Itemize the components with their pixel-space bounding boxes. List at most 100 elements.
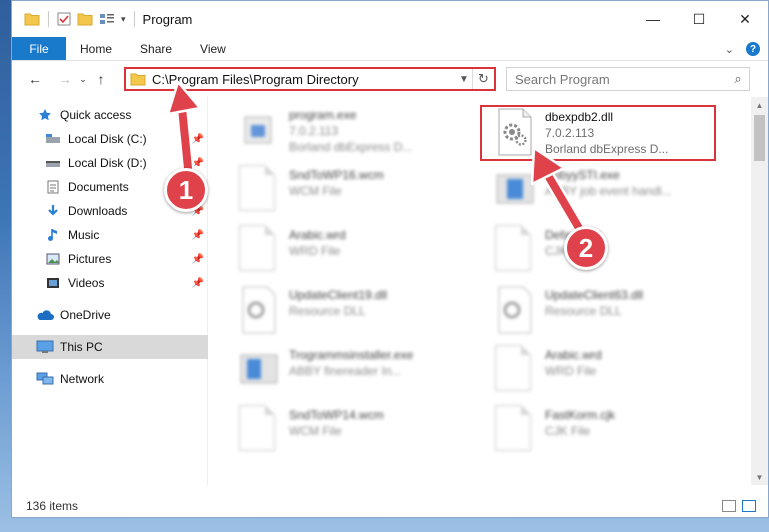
file-name: UpdateClient63.dll <box>545 288 644 302</box>
chevron-down-icon: ⌄ <box>79 73 87 84</box>
document-icon <box>495 345 535 395</box>
customize-toolbar-icon[interactable]: ▾ <box>121 14 126 25</box>
file-name: SndToWP16.wcm <box>289 168 384 182</box>
file-version: 7.0.2.113 <box>289 124 339 138</box>
sidebar-item-label: Local Disk (C:) <box>68 132 147 146</box>
tab-file[interactable]: File <box>12 37 66 60</box>
search-placeholder[interactable]: Search Program <box>515 72 727 87</box>
folder-icon[interactable] <box>24 12 40 26</box>
sidebar-item-network[interactable]: Network <box>12 367 208 391</box>
toolbar-divider <box>48 11 49 27</box>
arrow-right-icon: → <box>58 71 72 87</box>
chevron-down-icon[interactable]: ⌄ <box>725 43 734 56</box>
search-box[interactable]: Search Program ⌕ <box>506 67 750 91</box>
navigation-bar: ← → ⌄ ↑ C:\Program Files\Program Directo… <box>12 62 768 96</box>
pin-icon[interactable]: 📌 <box>192 254 204 265</box>
drive-icon <box>44 131 62 147</box>
forward-button[interactable]: → <box>54 71 76 87</box>
sidebar-item-this-pc[interactable]: This PC <box>12 335 208 359</box>
sidebar-item-label: Music <box>68 228 100 242</box>
maximize-button[interactable]: ☐ <box>676 1 722 37</box>
close-button[interactable]: ✕ <box>722 1 768 37</box>
help-icon[interactable]: ? <box>746 42 760 56</box>
properties-icon[interactable] <box>57 12 71 26</box>
sidebar-item-label: OneDrive <box>60 308 111 322</box>
vertical-scrollbar[interactable]: ▲ ▼ <box>751 97 768 485</box>
drive-icon <box>44 155 62 171</box>
music-icon <box>44 227 62 243</box>
chevron-down-icon[interactable]: ▼ <box>456 74 472 85</box>
recent-locations-button[interactable]: ⌄ <box>76 74 90 85</box>
sidebar-item-label: Local Disk (D:) <box>68 156 147 170</box>
sidebar-item-label: This PC <box>60 340 103 354</box>
file-item[interactable]: SndToWP14.wcm WCM File <box>239 403 479 461</box>
computer-icon <box>36 339 54 355</box>
file-item[interactable]: SndToWP16.wcm WCM File <box>239 163 479 221</box>
status-bar: 136 items <box>12 495 768 517</box>
tab-home[interactable]: Home <box>66 37 126 60</box>
sidebar-item-label: Network <box>60 372 105 386</box>
sidebar-item-pictures[interactable]: Pictures 📌 <box>12 247 208 271</box>
scrollbar-thumb[interactable] <box>754 115 765 161</box>
file-item[interactable]: UpdateClient63.dll Resource DLL <box>495 283 735 341</box>
file-name: FastKorm.cjk <box>545 408 616 422</box>
quick-access-toolbar: ▾ <box>24 11 137 27</box>
file-item[interactable]: Arabic.wrd WRD File <box>495 343 735 401</box>
sidebar-item-label: Pictures <box>68 252 112 266</box>
file-name: UpdateClient19.dll <box>289 288 388 302</box>
dll-gear-icon <box>498 286 532 334</box>
ribbon-tabs: File Home Share View ⌄ ? <box>12 37 768 61</box>
pin-icon[interactable]: 📌 <box>192 278 204 289</box>
pin-icon[interactable]: 📌 <box>192 230 204 241</box>
back-button[interactable]: ← <box>24 71 46 87</box>
explorer-window: ▾ Program — ☐ ✕ File Home Share View ⌄ ?… <box>11 0 769 518</box>
up-button[interactable]: ↑ <box>90 71 112 87</box>
sidebar-item-videos[interactable]: Videos 📌 <box>12 271 208 295</box>
dll-gear-icon <box>242 286 276 334</box>
file-type: Resource DLL <box>545 304 622 318</box>
document-icon <box>495 405 535 455</box>
window-title: Program <box>142 11 193 27</box>
file-item[interactable]: UpdateClient19.dll Resource DLL <box>239 283 479 341</box>
videos-icon <box>44 275 62 291</box>
documents-icon <box>44 179 62 195</box>
sidebar-item-onedrive[interactable]: OneDrive <box>12 303 208 327</box>
item-count: 136 items <box>26 499 79 513</box>
new-folder-icon[interactable] <box>77 12 93 26</box>
exe-file-icon <box>244 116 272 144</box>
tab-share[interactable]: Share <box>126 37 186 60</box>
annotation-badge-1: 1 <box>164 168 208 212</box>
window-controls: — ☐ ✕ <box>630 1 768 37</box>
download-icon <box>44 203 62 219</box>
file-name: Arabic.wrd <box>545 348 602 362</box>
file-type: WRD File <box>289 244 341 258</box>
view-options-icon[interactable] <box>99 12 115 26</box>
exe-file-icon <box>240 354 278 384</box>
file-name: Arabic.wrd <box>289 228 346 242</box>
tab-view[interactable]: View <box>186 37 240 60</box>
scroll-up-icon[interactable]: ▲ <box>751 97 768 113</box>
sidebar-item-music[interactable]: Music 📌 <box>12 223 208 247</box>
file-item[interactable]: program.exe 7.0.2.113 Borland dbExpress … <box>239 103 479 161</box>
arrow-left-icon: ← <box>28 71 42 87</box>
search-icon[interactable]: ⌕ <box>727 71 749 87</box>
pictures-icon <box>44 251 62 267</box>
file-type: Resource DLL <box>289 304 366 318</box>
file-name: SndToWP14.wcm <box>289 408 384 422</box>
file-item[interactable]: FastKorm.cjk CJK File <box>495 403 735 461</box>
view-switcher <box>722 500 756 512</box>
file-type: CJK File <box>545 424 591 438</box>
scroll-down-icon[interactable]: ▼ <box>751 469 768 485</box>
file-item[interactable]: Trogrammsinstaller.exe ABBY finereader I… <box>239 343 479 401</box>
large-icons-view-icon[interactable] <box>742 500 756 512</box>
minimize-button[interactable]: — <box>630 1 676 37</box>
ribbon-right: ⌄ ? <box>725 37 760 61</box>
file-type: WCM File <box>289 424 342 438</box>
refresh-icon[interactable]: ↻ <box>472 69 494 89</box>
file-item[interactable]: Arabic.wrd WRD File <box>239 223 479 281</box>
details-view-icon[interactable] <box>722 500 736 512</box>
annotation-badge-2: 2 <box>564 226 608 270</box>
file-type: WCM File <box>289 184 342 198</box>
network-icon <box>36 371 54 387</box>
file-type: WRD File <box>545 364 597 378</box>
